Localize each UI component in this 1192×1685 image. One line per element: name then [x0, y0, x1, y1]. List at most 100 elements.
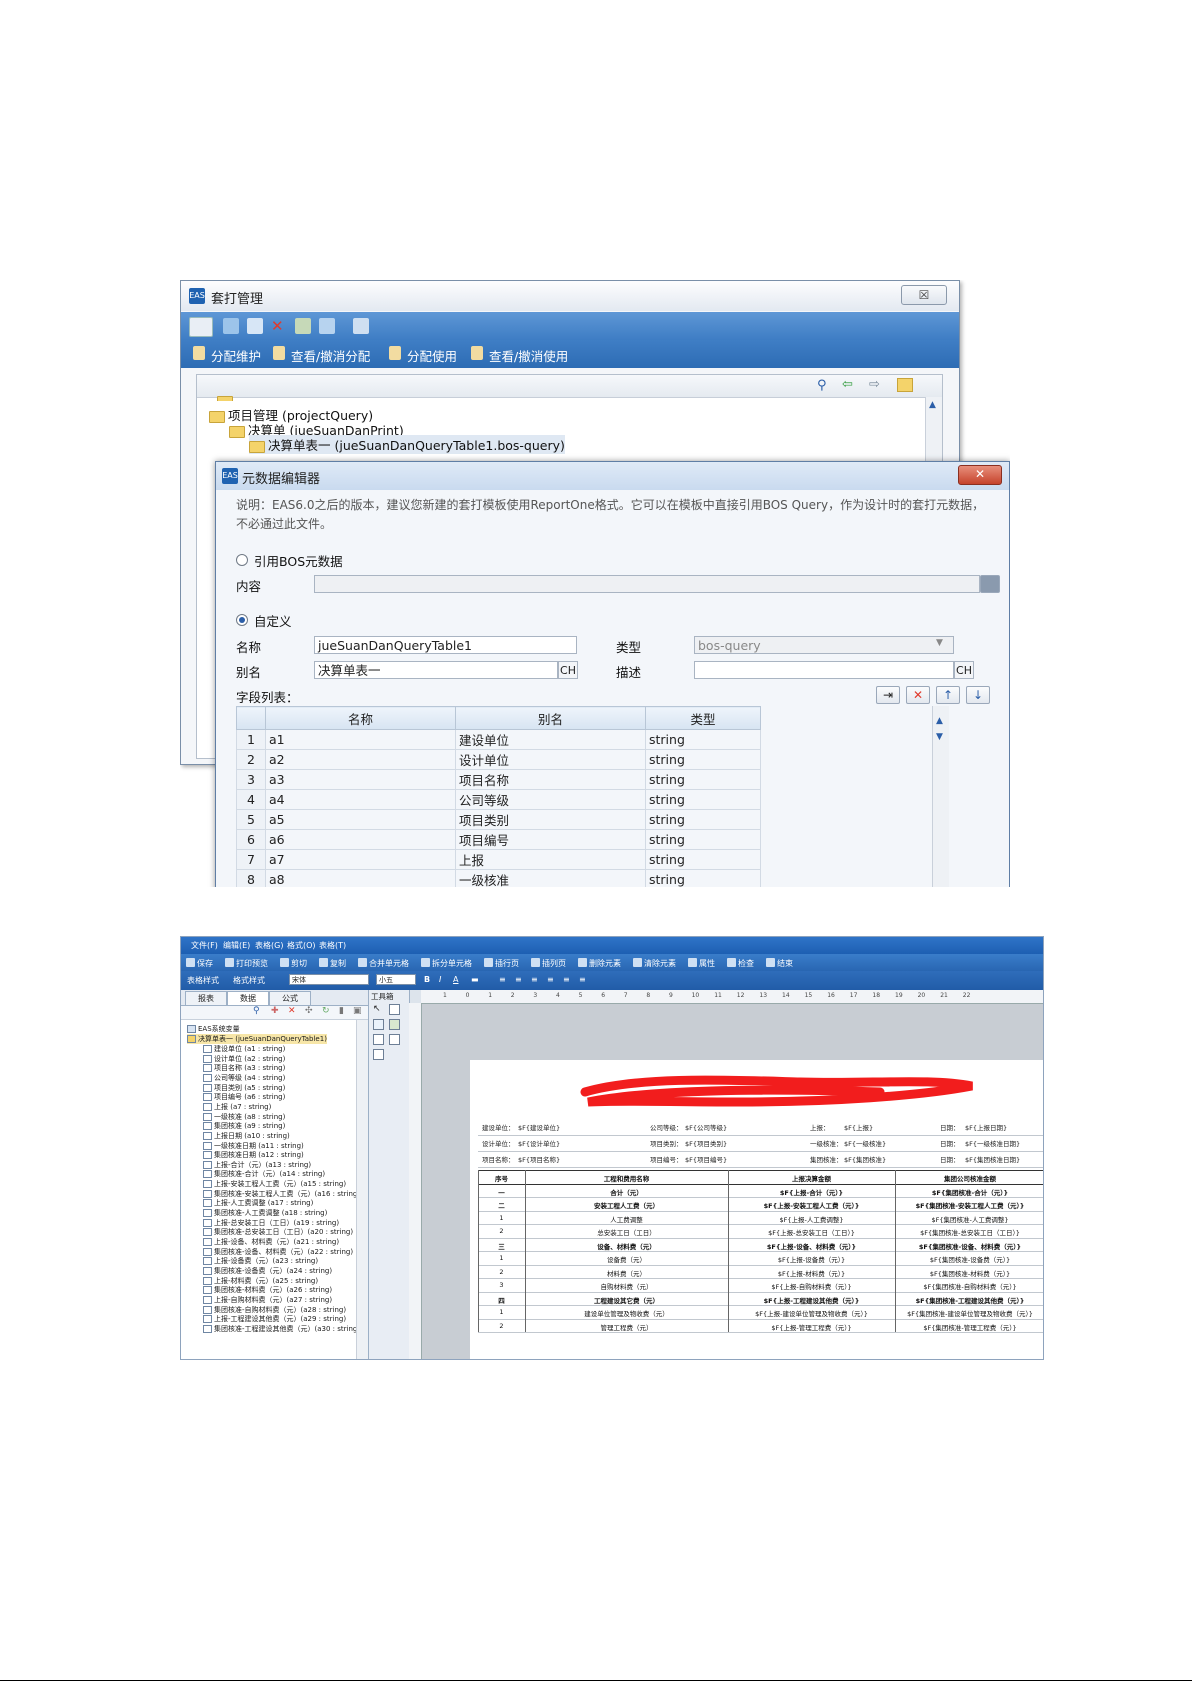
refresh-icon[interactable]: ↻ — [322, 1006, 330, 1016]
query-field-item[interactable]: 上报-设备、材料费（元）(a21 : string) — [203, 1237, 339, 1247]
query-field-item[interactable]: 项目编号 (a6 : string) — [203, 1092, 285, 1102]
view-cancel-use-button[interactable]: 查看/撤消使用 — [489, 346, 568, 365]
tab-formula[interactable]: 公式 — [269, 991, 311, 1005]
query-field-item[interactable]: 集团核准-设备费（元）(a24 : string) — [203, 1266, 332, 1276]
assign-use-button[interactable]: 分配使用 — [407, 346, 457, 365]
custom-radio[interactable] — [236, 614, 248, 626]
browse-icon[interactable] — [980, 575, 1000, 593]
add-field-icon[interactable]: ⇥ — [876, 686, 900, 704]
query-field-item[interactable]: 集团核准 (a9 : string) — [203, 1121, 285, 1131]
query-field-item[interactable]: 集团核准-材料费（元）(a26 : string) — [203, 1285, 332, 1295]
toolbar-button[interactable]: 复制 — [330, 958, 346, 969]
table-cell[interactable]: 设计单位 — [455, 749, 646, 770]
menu-format[interactable]: 格式(O) — [287, 940, 316, 951]
close-button[interactable]: ☒ — [901, 285, 947, 305]
remove-field-icon[interactable]: ✕ — [906, 686, 930, 704]
column-header-name[interactable]: 名称 — [265, 706, 456, 730]
add-icon[interactable]: ✚ — [271, 1006, 279, 1016]
table-cell[interactable]: a3 — [265, 769, 456, 790]
menu-table[interactable]: 表格(G) — [255, 940, 283, 951]
font-size-select[interactable]: 小五 — [376, 974, 416, 985]
table-cell[interactable]: 上报 — [455, 849, 646, 870]
arrow-right-icon[interactable]: ⇨ — [869, 377, 880, 392]
arrow-left-icon[interactable]: ⇦ — [842, 377, 853, 392]
query-field-item[interactable]: 集团核准日期 (a12 : string) — [203, 1150, 304, 1160]
toolbar-button[interactable]: 结束 — [777, 958, 793, 969]
toolbar-button[interactable]: 拆分单元格 — [432, 958, 472, 969]
table-cell[interactable]: a2 — [265, 749, 456, 770]
table-cell[interactable]: string — [645, 789, 761, 810]
table-cell[interactable]: 项目名称 — [455, 769, 646, 790]
format-brush-button[interactable]: 格式样式 — [233, 975, 265, 986]
toolbar-button[interactable]: 清除元素 — [644, 958, 676, 969]
tab-data[interactable]: 数据 — [227, 991, 269, 1005]
query-field-item[interactable]: 一级核准 (a8 : string) — [203, 1112, 285, 1122]
properties-icon[interactable] — [353, 318, 369, 334]
align-left-icon[interactable]: ≡ — [499, 975, 506, 984]
tree-item[interactable]: 决算单表一 (jueSuanDanQueryTable1.bos-query) — [249, 435, 565, 454]
move-up-icon[interactable]: ↑ — [936, 686, 960, 704]
delete-icon[interactable]: ✕ — [271, 318, 287, 334]
toolbar-button[interactable]: 属性 — [699, 958, 715, 969]
italic-icon[interactable]: I — [439, 975, 441, 984]
name-field[interactable]: jueSuanDanQueryTable1 — [314, 636, 577, 654]
query-field-item[interactable]: 上报-自购材料费（元）(a27 : string) — [203, 1295, 332, 1305]
table-cell[interactable]: string — [645, 769, 761, 790]
edit-icon[interactable] — [189, 317, 213, 337]
toolbar-button[interactable]: 合并单元格 — [369, 958, 409, 969]
grid-tool-icon[interactable] — [373, 1034, 384, 1045]
table-row[interactable]: 8 a8 一级核准 string — [236, 869, 761, 887]
query-field-item[interactable]: 集团核准-安装工程人工费（元）(a16 : string) — [203, 1189, 360, 1199]
table-cell[interactable]: 项目编号 — [455, 829, 646, 850]
search-icon[interactable]: ⚲ — [253, 1006, 260, 1016]
menu-file[interactable]: 文件(F) — [191, 940, 218, 951]
table-cell[interactable]: string — [645, 869, 761, 887]
design-canvas[interactable]: 建设单位： $F{建设单位} 公司等级： $F{公司等级} 上报： $F{上报} 日期： $F… — [422, 1004, 1043, 1359]
ref-bos-radio[interactable] — [236, 554, 248, 566]
toolbar-button[interactable]: 打印预览 — [236, 958, 268, 969]
toolbar-button[interactable]: 剪切 — [291, 958, 307, 969]
data-panel-scrollbar[interactable] — [356, 1020, 368, 1359]
table-tool-icon[interactable] — [373, 1019, 384, 1030]
query-field-item[interactable]: 集团核准-自购材料费（元）(a28 : string) — [203, 1305, 346, 1315]
query-field-item[interactable]: 项目名称 (a3 : string) — [203, 1063, 285, 1073]
align-top-icon[interactable]: ≡ — [547, 975, 554, 984]
move-icon[interactable]: ✣ — [305, 1006, 313, 1016]
table-cell[interactable]: a5 — [265, 809, 456, 830]
query-field-item[interactable]: 上报-总安装工日（工日）(a19 : string) — [203, 1218, 339, 1228]
menu-edit[interactable]: 编辑(E) — [223, 940, 250, 951]
table-row[interactable]: 6 a6 项目编号 string — [236, 829, 761, 850]
search-icon[interactable]: ⚲ — [817, 378, 827, 393]
properties-icon[interactable]: ▣ — [353, 1006, 362, 1016]
content-field[interactable] — [314, 575, 980, 593]
table-row[interactable]: 4 a4 公司等级 string — [236, 789, 761, 810]
image-tool-icon[interactable] — [389, 1019, 400, 1030]
table-cell[interactable]: 一级核准 — [455, 869, 646, 887]
query-field-item[interactable]: 集团核准-工程建设其他费（元）(a30 : string) — [203, 1324, 360, 1334]
chart-icon[interactable]: ▮ — [339, 1006, 344, 1016]
align-middle-icon[interactable]: ≡ — [563, 975, 570, 984]
scroll-up-icon[interactable]: ▲ — [936, 716, 943, 726]
table-cell[interactable]: 建设单位 — [455, 729, 646, 750]
query-field-item[interactable]: 上报 (a7 : string) — [203, 1102, 271, 1112]
move-down-icon[interactable]: ↓ — [966, 686, 990, 704]
delete-icon[interactable]: ✕ — [288, 1006, 296, 1016]
font-select[interactable]: 宋体 — [289, 974, 369, 985]
toolbar-button[interactable]: 插列页 — [542, 958, 566, 969]
query-field-item[interactable]: 集团核准-总安装工日（工日）(a20 : string) — [203, 1227, 353, 1237]
table-cell[interactable]: 公司等级 — [455, 789, 646, 810]
query-field-item[interactable]: 集团核准-合计（元）(a14 : string) — [203, 1169, 325, 1179]
assign-maintain-button[interactable]: 分配维护 — [211, 346, 261, 365]
query-field-item[interactable]: 项目类别 (a5 : string) — [203, 1083, 285, 1093]
scroll-up-icon[interactable]: ▲ — [929, 400, 936, 410]
table-cell[interactable]: string — [645, 849, 761, 870]
query-field-item[interactable]: 集团核准-人工费调整 (a18 : string) — [203, 1208, 327, 1218]
query-field-item[interactable]: 一级核准日期 (a11 : string) — [203, 1141, 304, 1151]
chevron-down-icon[interactable]: ▼ — [936, 638, 943, 648]
align-center-icon[interactable]: ≡ — [515, 975, 522, 984]
query-field-item[interactable]: 上报-人工费调整 (a17 : string) — [203, 1198, 313, 1208]
folder-up-icon[interactable] — [897, 378, 913, 392]
type-select[interactable]: bos-query — [694, 636, 954, 654]
column-header-alias[interactable]: 别名 — [455, 706, 646, 730]
description-ch-button[interactable]: CH — [954, 661, 974, 679]
